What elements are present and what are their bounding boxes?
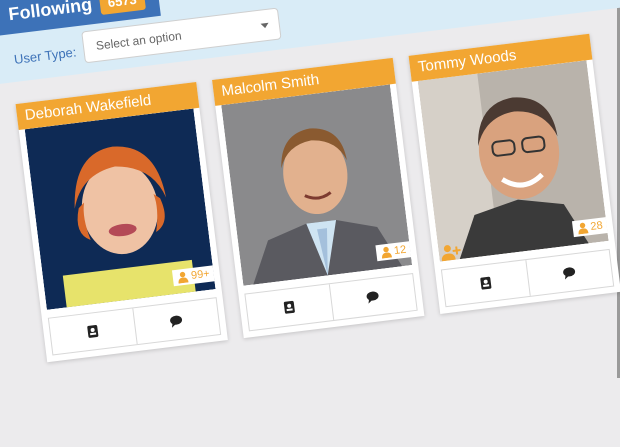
chevron-down-icon <box>260 22 270 29</box>
page-content: Following 6573 User Type: Select an opti… <box>0 0 620 446</box>
contact-card-icon <box>283 300 295 314</box>
followers-value: 99+ <box>190 267 211 282</box>
chat-bubble-icon <box>563 267 576 280</box>
person-icon <box>178 271 189 284</box>
message-button[interactable] <box>328 274 417 321</box>
contact-button[interactable] <box>245 284 332 330</box>
add-person-icon[interactable] <box>440 243 462 262</box>
user-card: Malcolm Smith 12 <box>212 57 425 339</box>
chat-bubble-icon <box>366 291 379 304</box>
select-placeholder: Select an option <box>95 28 183 53</box>
followers-value: 12 <box>393 243 407 258</box>
message-button[interactable] <box>131 298 221 345</box>
person-icon <box>578 222 589 235</box>
message-button[interactable] <box>524 249 614 296</box>
contact-card-icon <box>87 325 99 338</box>
contact-button[interactable] <box>442 260 529 306</box>
contact-button[interactable] <box>49 309 136 355</box>
person-icon <box>381 246 392 259</box>
chat-bubble-icon <box>170 315 183 328</box>
following-count-badge: 6573 <box>98 0 146 15</box>
user-card: Tommy Woods 28 <box>408 33 620 314</box>
following-label: Following <box>7 0 94 24</box>
followers-value: 28 <box>589 219 604 233</box>
contact-card-icon <box>480 276 492 290</box>
user-card: Deborah Wakefield 99+ <box>15 81 228 363</box>
